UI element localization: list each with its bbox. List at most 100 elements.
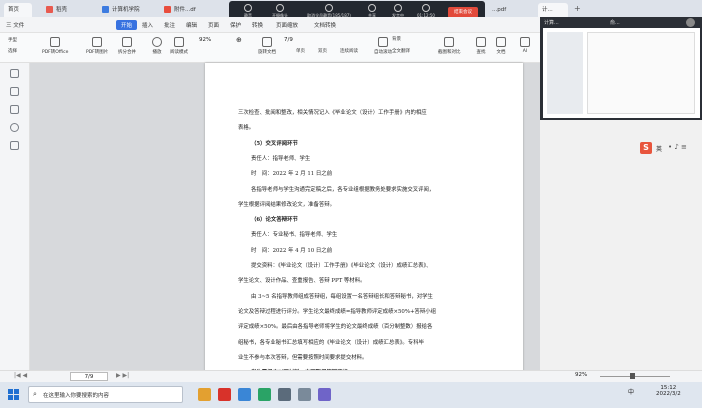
split-merge-button[interactable]: 拆分合并 [118,37,136,55]
menu-convert[interactable]: 转换 [252,21,263,29]
rotate-button[interactable]: 旋转文档 [258,37,276,55]
zoom-value[interactable]: 92% [199,37,211,43]
tab-label: 首页 [8,7,20,13]
background-button[interactable]: 背景 [392,36,401,42]
ai-icon [520,37,530,47]
panel-user: 俞... [610,20,620,26]
ime-logo-icon[interactable]: S [640,142,652,154]
meeting-app-icon[interactable] [258,388,271,401]
participants-icon [325,4,333,12]
screenshot-label: 截图和对比 [438,50,461,55]
rotate-icon [262,37,272,47]
menu-comment[interactable]: 批注 [164,21,175,29]
file-explorer-icon[interactable] [198,388,211,401]
double-page-button[interactable]: 双页 [318,48,327,54]
left-sidebar [0,63,30,373]
ime-indicator[interactable]: 中 [628,387,634,396]
status-zoom[interactable]: 92% [575,372,587,378]
zoom-in-icon[interactable]: ⊕ [236,36,242,44]
tab-doc-3[interactable]: ...pdf [488,3,524,17]
tab-label: ...pdf [492,7,507,13]
hand-tool-label: 手型 [8,38,17,43]
tab-label: 附件...df [174,7,196,13]
pdf-to-office-button[interactable]: PDF转Office [42,37,68,55]
single-page-button[interactable]: 单页 [296,48,305,54]
select-tool-button[interactable]: 选择 [8,48,17,54]
ime-lang[interactable]: 英 [656,144,662,153]
windows-start-icon[interactable] [8,389,19,400]
menu-page[interactable]: 页面 [208,21,219,29]
next-page-icon[interactable]: ▶ ▶| [116,372,129,379]
paragraph-line: 时 间：2022 年 2 月 11 日之前 [251,171,333,178]
read-mode-button[interactable]: 阅读模式 [170,37,188,55]
play-button[interactable]: 播放 [152,37,162,55]
browser-icon[interactable] [238,388,251,401]
attachment-icon[interactable] [10,123,19,132]
pdf-to-image-label: PDF转图片 [86,50,109,55]
first-page-icon[interactable]: |◀ ◀ [14,372,27,379]
tab-doc-1[interactable]: 计算机学院 [98,3,156,17]
double-page-label: 双页 [318,49,327,54]
scroll-icon [378,37,388,47]
ai-label: AI [522,49,528,54]
menu-file[interactable]: 三 文件 [6,21,24,29]
status-bar: |◀ ◀ 7/9 ▶ ▶| 92% [0,370,702,382]
menu-protect[interactable]: 保护 [230,21,241,29]
camera-icon [276,4,284,12]
background-label: 背景 [392,37,401,42]
bookmark-icon[interactable] [10,69,19,78]
find-button[interactable]: 查找 [476,37,486,55]
pdf-page[interactable]: 三次检查、批阅和整改，相关情况记入《毕业论文（设计）工作手册》内的相应 表格。 （5… [205,63,523,407]
ime-tools-icon[interactable]: • ♪ ≡ [668,143,687,151]
screen-share-preview[interactable] [543,28,700,118]
pdf-to-image-button[interactable]: PDF转图片 [86,37,108,55]
auto-scroll-button[interactable]: 自动滚动 [374,37,392,55]
continuous-read-button[interactable]: 连续阅读 [340,48,358,54]
menu-home[interactable]: 开始 [116,20,138,30]
thumbnail-icon[interactable] [10,87,19,96]
tab-doc-4[interactable]: 计... [538,3,568,17]
menu-insert[interactable]: 插入 [142,21,153,29]
hand-tool-button[interactable]: 手型 [8,37,17,43]
select-tool-label: 选择 [8,49,17,54]
pdf-to-office-label: PDF转Office [42,50,69,55]
zoom-slider-thumb[interactable] [630,373,635,379]
page-indicator[interactable]: 7/9 [284,37,293,43]
split-icon [122,37,132,47]
single-page-label: 单页 [296,49,305,54]
layers-icon[interactable] [10,141,19,150]
screenshot-compare-button[interactable]: 截图和对比 [438,37,461,55]
taskbar-search[interactable]: ⌕ 在这里输入你要搜索的内容 [28,386,183,403]
avatar [686,18,695,27]
tab-label: 稻壳 [56,7,68,13]
paragraph-line: 论文及答辩过程进行评分。学生论文最终成绩=指导教师评定成绩×50%+答辩小组 [238,308,437,315]
translate-button[interactable]: 全文翻译 [392,48,410,54]
page-number-field[interactable]: 7/9 [70,372,108,381]
ai-button[interactable]: AI [520,37,530,54]
tab-home[interactable]: 首页 [4,3,32,17]
comment-icon[interactable] [10,105,19,114]
menu-edit[interactable]: 编辑 [186,21,197,29]
microphone-icon [244,4,252,12]
tab-doc-2[interactable]: 附件...df [160,3,222,17]
tab-docer[interactable]: 稻壳 [42,3,92,17]
paragraph-line: 评定成绩×50%。最后由各指导老师将学生的论文最终成绩（百分制整数）报给各 [238,324,433,331]
wps-icon[interactable] [218,388,231,401]
paragraph-line: 各指导老师与学生沟通完定稿之后，各专业组根据教务处要求实施交叉评阅， [251,186,435,193]
pdf-icon [164,6,171,13]
section-heading: （6）论文答辩环节 [251,217,298,224]
taskbar-app-icon[interactable] [278,388,291,401]
doc-icon [102,6,109,13]
taskbar-app-icon[interactable] [318,388,331,401]
clock[interactable]: 15:12 2022/3/2 [656,385,681,397]
settings-button[interactable]: 01:12:50 [411,1,441,18]
paragraph-line: 责任人：专业秘书、指导老师、学生 [251,232,338,239]
book-icon [174,37,184,47]
doc-button[interactable]: 文档 [496,37,506,55]
play-icon [152,37,162,47]
new-tab-icon[interactable]: + [574,5,584,13]
taskbar-app-icon[interactable] [298,388,311,401]
image-icon [92,37,103,47]
speaker-icon [394,4,402,12]
zoom-slider[interactable] [600,376,670,377]
